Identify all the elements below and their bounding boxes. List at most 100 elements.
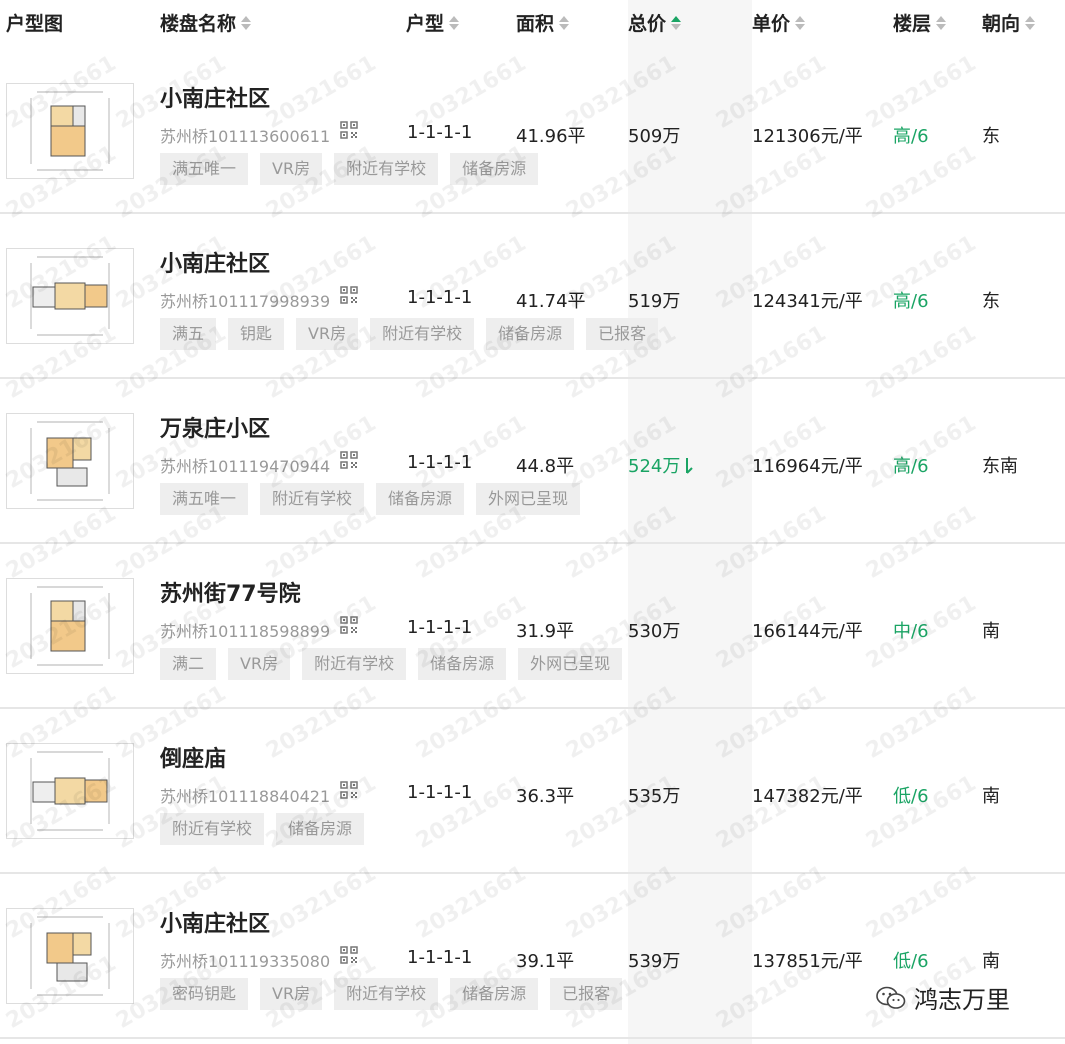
sort-arrows-icon[interactable]	[241, 15, 252, 30]
area-value: 41.96平	[516, 126, 586, 147]
qr-code-icon[interactable]	[340, 616, 358, 634]
listing-tag: 满五唯一	[160, 153, 249, 185]
sort-arrows-icon[interactable]	[936, 15, 947, 30]
total-price: 519万	[628, 287, 680, 313]
listing-name[interactable]: 小南庄社区	[160, 81, 270, 113]
listing-row[interactable]: 小南庄社区 苏州桥101113600611 满五唯一 VR房 附近有学校 储备房源 1-1-…	[0, 47, 1065, 214]
brand-badge: 鸿志万里	[876, 980, 1010, 1015]
qr-code-icon[interactable]	[340, 946, 358, 964]
brand-name: 鸿志万里	[914, 986, 1010, 1014]
sort-arrows-icon[interactable]	[449, 15, 460, 30]
price-down-icon	[686, 458, 694, 474]
row-divider	[0, 1037, 1065, 1039]
header-name-sort[interactable]: 楼盘名称	[160, 9, 252, 36]
total-price-value: 519万	[628, 291, 681, 312]
listing-name[interactable]: 小南庄社区	[160, 246, 270, 278]
listing-row[interactable]: 苏州街77号院 苏州桥101118598899 满二 VR房 附近有学校 储备房源 外网已呈…	[0, 542, 1065, 709]
layout-value: 1-1-1-1	[407, 452, 473, 473]
area-value: 44.8平	[516, 456, 575, 477]
floor-value: 高/6	[893, 456, 929, 477]
tag-list: 满二 VR房 附近有学校 储备房源 外网已呈现	[160, 648, 623, 680]
total-price: 539万	[628, 947, 680, 973]
listing-row[interactable]: 倒座庙 苏州桥101118840421 附近有学校 储备房源 1-1-1-1 36.3平 5…	[0, 707, 1065, 874]
floor-value: 低/6	[893, 786, 929, 807]
listing-name[interactable]: 苏州街77号院	[160, 576, 301, 608]
listing-name[interactable]: 万泉庄小区	[160, 411, 270, 443]
qr-code-icon[interactable]	[340, 121, 358, 139]
listing-row[interactable]: 万泉庄小区 苏州桥101119470944 满五唯一 附近有学校 储备房源 外网已呈现 1-…	[0, 377, 1065, 544]
listing-tag: VR房	[260, 153, 323, 185]
header-area-label: 面积	[516, 13, 555, 35]
total-price: 535万	[628, 782, 680, 808]
qr-code-icon[interactable]	[340, 286, 358, 304]
sort-arrows-icon[interactable]	[1025, 15, 1036, 30]
unit-price: 147382元/平	[752, 786, 863, 807]
listing-tag: 储备房源	[276, 813, 365, 845]
wechat-official-account-icon	[876, 986, 906, 1009]
qr-code-icon[interactable]	[340, 451, 358, 469]
tag-list: 满五 钥匙 VR房 附近有学校 储备房源 已报客	[160, 318, 659, 350]
header-floor-sort[interactable]: 楼层	[893, 9, 947, 36]
listing-tag: 满二	[160, 648, 217, 680]
unit-price: 121306元/平	[752, 126, 863, 147]
header-floor-label: 楼层	[893, 13, 932, 35]
area-value: 41.74平	[516, 291, 586, 312]
header-name-label: 楼盘名称	[160, 13, 237, 35]
floor-value: 中/6	[893, 621, 929, 642]
header-area-sort[interactable]: 面积	[516, 9, 570, 36]
listing-tag: 已报客	[586, 318, 659, 350]
listing-tag: 附近有学校	[334, 153, 439, 185]
unit-price: 124341元/平	[752, 291, 863, 312]
listing-tag: VR房	[260, 978, 323, 1010]
total-price-value: 509万	[628, 126, 681, 147]
listing-code: 苏州桥101117998939	[160, 292, 331, 311]
floorplan-thumbnail[interactable]	[6, 83, 134, 179]
layout-value: 1-1-1-1	[407, 617, 473, 638]
sort-arrows-icon[interactable]	[795, 15, 806, 30]
listing-tag: 附近有学校	[160, 813, 265, 845]
header-unit-label: 单价	[752, 13, 791, 35]
total-price-value: 530万	[628, 621, 681, 642]
header-layout-sort[interactable]: 户型	[406, 9, 460, 36]
sort-arrows-icon[interactable]	[559, 15, 570, 30]
listing-tag: 储备房源	[376, 483, 465, 515]
floorplan-thumbnail[interactable]	[6, 248, 134, 344]
table-header: 户型图 楼盘名称 户型 面积 总价 单价 楼层 朝向	[0, 0, 1065, 46]
orientation-value: 东	[982, 126, 1000, 147]
floorplan-thumbnail[interactable]	[6, 578, 134, 674]
orientation-value: 南	[982, 951, 1000, 972]
listing-row[interactable]: 小南庄社区 苏州桥101117998939 满五 钥匙 VR房 附近有学校 储备房源 已报客 1…	[0, 212, 1065, 379]
listing-tag: 已报客	[550, 978, 623, 1010]
header-layout-label: 户型	[406, 13, 445, 35]
header-orientation-label: 朝向	[982, 13, 1021, 35]
total-price: 524万	[628, 452, 694, 478]
floorplan-thumbnail[interactable]	[6, 908, 134, 1004]
unit-price: 137851元/平	[752, 951, 863, 972]
layout-value: 1-1-1-1	[407, 782, 473, 803]
listing-tag: 储备房源	[450, 978, 539, 1010]
listing-tag: 密码钥匙	[160, 978, 249, 1010]
floor-value: 低/6	[893, 951, 929, 972]
header-orientation-sort[interactable]: 朝向	[982, 9, 1036, 36]
listing-name[interactable]: 倒座庙	[160, 741, 226, 773]
unit-price: 116964元/平	[752, 456, 863, 477]
area-value: 31.9平	[516, 621, 575, 642]
floorplan-thumbnail[interactable]	[6, 413, 134, 509]
listing-tag: 附近有学校	[370, 318, 475, 350]
listing-tag: 附近有学校	[260, 483, 365, 515]
listing-tag: 附近有学校	[334, 978, 439, 1010]
area-value: 36.3平	[516, 786, 575, 807]
sort-ascending-icon[interactable]	[671, 15, 682, 30]
header-total-sort[interactable]: 总价	[628, 9, 682, 36]
header-unit-sort[interactable]: 单价	[752, 9, 806, 36]
listing-tag: VR房	[296, 318, 359, 350]
qr-code-icon[interactable]	[340, 781, 358, 799]
layout-value: 1-1-1-1	[407, 287, 473, 308]
total-price-value: 535万	[628, 786, 681, 807]
listing-tag: 储备房源	[418, 648, 507, 680]
floorplan-thumbnail[interactable]	[6, 743, 134, 839]
listing-code: 苏州桥101119470944	[160, 457, 331, 476]
total-price: 530万	[628, 617, 680, 643]
listing-name[interactable]: 小南庄社区	[160, 906, 270, 938]
listing-tag: 钥匙	[228, 318, 285, 350]
